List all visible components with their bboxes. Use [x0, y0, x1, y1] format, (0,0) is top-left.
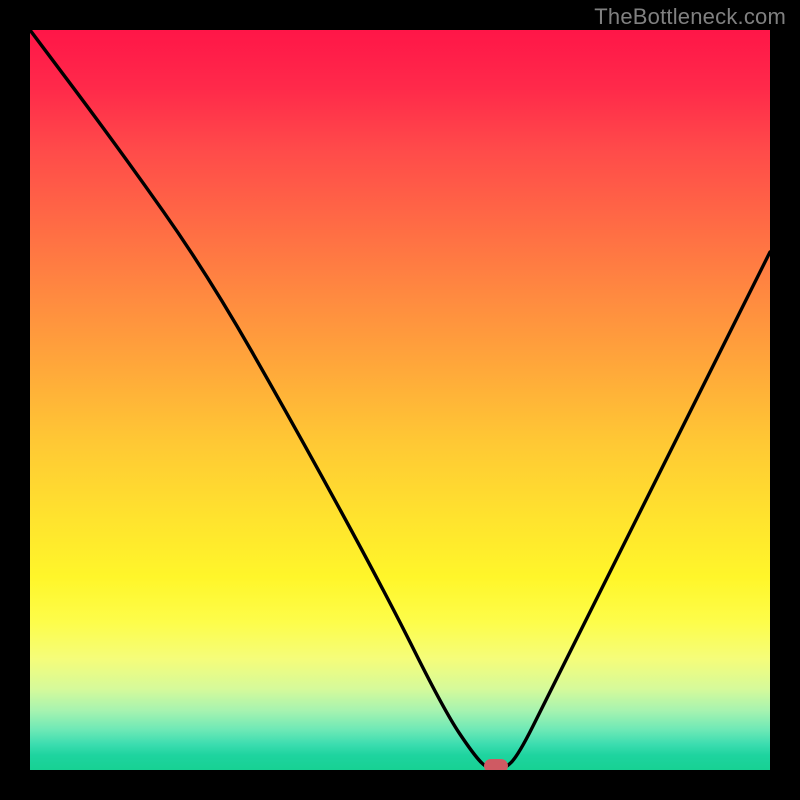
curve-path — [30, 30, 770, 770]
plot-area — [30, 30, 770, 770]
watermark-text: TheBottleneck.com — [594, 4, 786, 30]
bottleneck-curve — [30, 30, 770, 770]
chart-stage: TheBottleneck.com — [0, 0, 800, 800]
min-marker-icon — [484, 759, 508, 770]
